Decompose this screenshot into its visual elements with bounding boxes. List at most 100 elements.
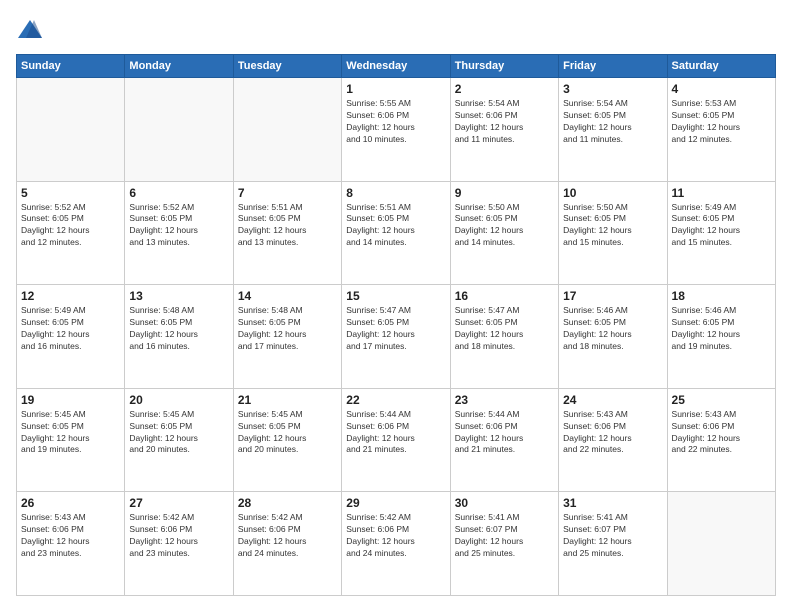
day-number: 9 <box>455 186 554 200</box>
day-number: 23 <box>455 393 554 407</box>
weekday-header-row: SundayMondayTuesdayWednesdayThursdayFrid… <box>17 55 776 78</box>
week-row-3: 12 Sunrise: 5:49 AM Sunset: 6:05 PM Dayli… <box>17 285 776 389</box>
day-number: 1 <box>346 82 445 96</box>
day-number: 8 <box>346 186 445 200</box>
day-info: Sunrise: 5:54 AM Sunset: 6:05 PM Dayligh… <box>563 98 662 146</box>
day-cell-23: 23 Sunrise: 5:44 AM Sunset: 6:06 PM Dayli… <box>450 388 558 492</box>
day-number: 2 <box>455 82 554 96</box>
day-info: Sunrise: 5:47 AM Sunset: 6:05 PM Dayligh… <box>455 305 554 353</box>
day-cell-27: 27Sunrise: 5:42 AM Sunset: 6:06 PM Dayli… <box>125 492 233 596</box>
day-info: Sunrise: 5:46 AM Sunset: 6:05 PM Dayligh… <box>563 305 662 353</box>
day-number: 31 <box>563 496 662 510</box>
day-cell-26: 26 Sunrise: 5:43 AM Sunset: 6:06 PM Dayli… <box>17 492 125 596</box>
day-number: 21 <box>238 393 337 407</box>
day-cell-17: 17 Sunrise: 5:46 AM Sunset: 6:05 PM Dayli… <box>559 285 667 389</box>
day-number: 26 <box>21 496 120 510</box>
day-number: 5 <box>21 186 120 200</box>
day-number: 25 <box>672 393 771 407</box>
day-number: 3 <box>563 82 662 96</box>
logo <box>16 16 48 44</box>
day-cell-15: 15Sunrise: 5:47 AM Sunset: 6:05 PM Dayli… <box>342 285 450 389</box>
day-number: 11 <box>672 186 771 200</box>
day-cell-4: 4 Sunrise: 5:53 AM Sunset: 6:05 PM Daylig… <box>667 78 775 182</box>
day-info: Sunrise: 5:44 AM Sunset: 6:06 PM Dayligh… <box>455 409 554 457</box>
day-info: Sunrise: 5:48 AM Sunset: 6:05 PM Dayligh… <box>238 305 337 353</box>
day-info: Sunrise: 5:49 AM Sunset: 6:05 PM Dayligh… <box>672 202 771 250</box>
day-info: Sunrise: 5:53 AM Sunset: 6:05 PM Dayligh… <box>672 98 771 146</box>
day-info: Sunrise: 5:47 AM Sunset: 6:05 PM Dayligh… <box>346 305 445 353</box>
week-row-1: 1 Sunrise: 5:55 AM Sunset: 6:06 PM Daylig… <box>17 78 776 182</box>
day-info: Sunrise: 5:48 AM Sunset: 6:05 PM Dayligh… <box>129 305 228 353</box>
day-info: Sunrise: 5:41 AM Sunset: 6:07 PM Dayligh… <box>563 512 662 560</box>
day-number: 4 <box>672 82 771 96</box>
day-info: Sunrise: 5:43 AM Sunset: 6:06 PM Dayligh… <box>563 409 662 457</box>
day-cell-14: 14 Sunrise: 5:48 AM Sunset: 6:05 PM Dayli… <box>233 285 341 389</box>
day-cell-19: 19 Sunrise: 5:45 AM Sunset: 6:05 PM Dayli… <box>17 388 125 492</box>
day-number: 7 <box>238 186 337 200</box>
day-number: 28 <box>238 496 337 510</box>
day-info: Sunrise: 5:41 AM Sunset: 6:07 PM Dayligh… <box>455 512 554 560</box>
day-number: 14 <box>238 289 337 303</box>
empty-cell <box>17 78 125 182</box>
weekday-header-saturday: Saturday <box>667 55 775 78</box>
day-cell-13: 13Sunrise: 5:48 AM Sunset: 6:05 PM Dayli… <box>125 285 233 389</box>
day-cell-22: 22Sunrise: 5:44 AM Sunset: 6:06 PM Dayli… <box>342 388 450 492</box>
day-cell-12: 12 Sunrise: 5:49 AM Sunset: 6:05 PM Dayli… <box>17 285 125 389</box>
week-row-5: 26 Sunrise: 5:43 AM Sunset: 6:06 PM Dayli… <box>17 492 776 596</box>
day-cell-31: 31 Sunrise: 5:41 AM Sunset: 6:07 PM Dayli… <box>559 492 667 596</box>
empty-cell <box>125 78 233 182</box>
day-info: Sunrise: 5:49 AM Sunset: 6:05 PM Dayligh… <box>21 305 120 353</box>
week-row-2: 5 Sunrise: 5:52 AM Sunset: 6:05 PM Daylig… <box>17 181 776 285</box>
day-cell-9: 9 Sunrise: 5:50 AM Sunset: 6:05 PM Daylig… <box>450 181 558 285</box>
calendar-table: SundayMondayTuesdayWednesdayThursdayFrid… <box>16 54 776 596</box>
day-cell-25: 25 Sunrise: 5:43 AM Sunset: 6:06 PM Dayli… <box>667 388 775 492</box>
day-info: Sunrise: 5:55 AM Sunset: 6:06 PM Dayligh… <box>346 98 445 146</box>
week-row-4: 19 Sunrise: 5:45 AM Sunset: 6:05 PM Dayli… <box>17 388 776 492</box>
day-cell-1: 1 Sunrise: 5:55 AM Sunset: 6:06 PM Daylig… <box>342 78 450 182</box>
day-info: Sunrise: 5:52 AM Sunset: 6:05 PM Dayligh… <box>129 202 228 250</box>
day-number: 17 <box>563 289 662 303</box>
day-number: 30 <box>455 496 554 510</box>
page: SundayMondayTuesdayWednesdayThursdayFrid… <box>0 0 792 612</box>
weekday-header-tuesday: Tuesday <box>233 55 341 78</box>
day-cell-8: 8Sunrise: 5:51 AM Sunset: 6:05 PM Daylig… <box>342 181 450 285</box>
weekday-header-friday: Friday <box>559 55 667 78</box>
day-info: Sunrise: 5:52 AM Sunset: 6:05 PM Dayligh… <box>21 202 120 250</box>
day-cell-28: 28 Sunrise: 5:42 AM Sunset: 6:06 PM Dayli… <box>233 492 341 596</box>
day-number: 20 <box>129 393 228 407</box>
day-cell-3: 3 Sunrise: 5:54 AM Sunset: 6:05 PM Daylig… <box>559 78 667 182</box>
day-cell-29: 29Sunrise: 5:42 AM Sunset: 6:06 PM Dayli… <box>342 492 450 596</box>
day-number: 10 <box>563 186 662 200</box>
day-info: Sunrise: 5:50 AM Sunset: 6:05 PM Dayligh… <box>455 202 554 250</box>
day-cell-24: 24Sunrise: 5:43 AM Sunset: 6:06 PM Dayli… <box>559 388 667 492</box>
weekday-header-sunday: Sunday <box>17 55 125 78</box>
day-cell-21: 21 Sunrise: 5:45 AM Sunset: 6:05 PM Dayli… <box>233 388 341 492</box>
day-info: Sunrise: 5:50 AM Sunset: 6:05 PM Dayligh… <box>563 202 662 250</box>
day-info: Sunrise: 5:42 AM Sunset: 6:06 PM Dayligh… <box>238 512 337 560</box>
day-info: Sunrise: 5:43 AM Sunset: 6:06 PM Dayligh… <box>21 512 120 560</box>
day-info: Sunrise: 5:45 AM Sunset: 6:05 PM Dayligh… <box>238 409 337 457</box>
day-number: 29 <box>346 496 445 510</box>
weekday-header-wednesday: Wednesday <box>342 55 450 78</box>
empty-cell <box>233 78 341 182</box>
day-cell-30: 30 Sunrise: 5:41 AM Sunset: 6:07 PM Dayli… <box>450 492 558 596</box>
day-info: Sunrise: 5:44 AM Sunset: 6:06 PM Dayligh… <box>346 409 445 457</box>
day-info: Sunrise: 5:45 AM Sunset: 6:05 PM Dayligh… <box>129 409 228 457</box>
day-cell-20: 20 Sunrise: 5:45 AM Sunset: 6:05 PM Dayli… <box>125 388 233 492</box>
day-number: 19 <box>21 393 120 407</box>
day-info: Sunrise: 5:54 AM Sunset: 6:06 PM Dayligh… <box>455 98 554 146</box>
day-info: Sunrise: 5:46 AM Sunset: 6:05 PM Dayligh… <box>672 305 771 353</box>
day-number: 12 <box>21 289 120 303</box>
day-cell-11: 11 Sunrise: 5:49 AM Sunset: 6:05 PM Dayli… <box>667 181 775 285</box>
day-info: Sunrise: 5:43 AM Sunset: 6:06 PM Dayligh… <box>672 409 771 457</box>
day-info: Sunrise: 5:42 AM Sunset: 6:06 PM Dayligh… <box>129 512 228 560</box>
day-cell-6: 6 Sunrise: 5:52 AM Sunset: 6:05 PM Daylig… <box>125 181 233 285</box>
logo-icon <box>16 16 44 44</box>
day-number: 6 <box>129 186 228 200</box>
day-cell-10: 10 Sunrise: 5:50 AM Sunset: 6:05 PM Dayli… <box>559 181 667 285</box>
day-cell-16: 16Sunrise: 5:47 AM Sunset: 6:05 PM Dayli… <box>450 285 558 389</box>
day-cell-5: 5 Sunrise: 5:52 AM Sunset: 6:05 PM Daylig… <box>17 181 125 285</box>
day-cell-2: 2 Sunrise: 5:54 AM Sunset: 6:06 PM Daylig… <box>450 78 558 182</box>
empty-cell <box>667 492 775 596</box>
day-info: Sunrise: 5:45 AM Sunset: 6:05 PM Dayligh… <box>21 409 120 457</box>
